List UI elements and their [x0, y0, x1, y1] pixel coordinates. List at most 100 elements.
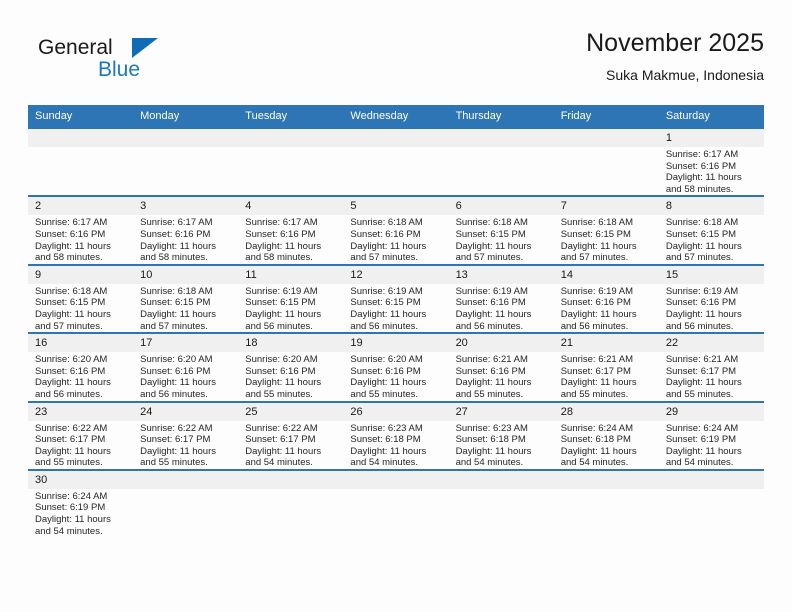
- sunset-text: Sunset: 6:19 PM: [665, 434, 737, 446]
- day-sun-details: Sunrise: 6:24 AM Sunset: 6:19 PM Daylight:…: [659, 421, 764, 469]
- calendar-day-cell[interactable]: 13 Sunrise: 6:19 AM Sunset: 6:16 PM Dayligh…: [448, 263, 554, 334]
- calendar-day-cell[interactable]: 6 Sunrise: 6:18 AM Sunset: 6:15 PM Daylight…: [448, 195, 554, 265]
- calendar-day-cell[interactable]: 16 Sunrise: 6:20 AM Sunset: 6:16 PM Dayligh…: [28, 332, 134, 402]
- daylight-text: Daylight: 11 hours and 57 minutes.: [35, 308, 111, 332]
- calendar-day-cell[interactable]: 23 Sunrise: 6:22 AM Sunset: 6:17 PM Dayligh…: [28, 400, 134, 470]
- sunrise-text: Sunrise: 6:20 AM: [140, 354, 213, 366]
- page-header: General Blue November 2025 Suka Makmue, …: [28, 28, 764, 94]
- sunset-text: Sunset: 6:16 PM: [350, 365, 421, 377]
- sunrise-text: Sunrise: 6:18 AM: [350, 217, 423, 229]
- calendar-day-cell-empty: [238, 468, 344, 538]
- sunset-text: Sunset: 6:16 PM: [560, 297, 631, 309]
- calendar-day-cell[interactable]: 1 Sunrise: 6:17 AM Sunset: 6:16 PM Daylight…: [658, 126, 764, 197]
- day-sun-details: Sunrise: 6:22 AM Sunset: 6:17 PM Daylight:…: [133, 421, 238, 469]
- day-sun-details: Sunrise: 6:18 AM Sunset: 6:15 PM Daylight:…: [659, 215, 764, 263]
- calendar-day-cell[interactable]: 28 Sunrise: 6:24 AM Sunset: 6:18 PM Dayligh…: [553, 400, 659, 470]
- daylight-text: Daylight: 11 hours and 58 minutes.: [665, 172, 742, 195]
- calendar-day-cell[interactable]: 20 Sunrise: 6:21 AM Sunset: 6:16 PM Dayligh…: [448, 332, 554, 402]
- daylight-text: Daylight: 11 hours and 57 minutes.: [560, 240, 637, 264]
- calendar-day-cell[interactable]: 15 Sunrise: 6:19 AM Sunset: 6:16 PM Dayligh…: [658, 263, 764, 334]
- calendar-week-row: 1 Sunrise: 6:17 AM Sunset: 6:16 PM Daylight…: [28, 126, 764, 197]
- sunset-text: Sunset: 6:15 PM: [140, 297, 211, 309]
- sunset-text: Sunset: 6:16 PM: [35, 365, 106, 377]
- daylight-text: Daylight: 11 hours and 55 minutes.: [560, 377, 637, 400]
- sunset-text: Sunset: 6:17 PM: [560, 365, 631, 377]
- calendar-day-cell[interactable]: 4 Sunrise: 6:17 AM Sunset: 6:16 PM Daylight…: [238, 195, 344, 265]
- sunset-text: Sunset: 6:15 PM: [560, 228, 631, 240]
- day-number: 7: [553, 197, 659, 216]
- calendar-day-cell[interactable]: 17 Sunrise: 6:20 AM Sunset: 6:16 PM Dayligh…: [133, 332, 239, 402]
- calendar-day-cell[interactable]: 2 Sunrise: 6:17 AM Sunset: 6:16 PM Daylight…: [28, 195, 134, 265]
- day-sun-details: Sunrise: 6:24 AM Sunset: 6:18 PM Daylight:…: [554, 421, 659, 469]
- calendar-day-cell[interactable]: 26 Sunrise: 6:23 AM Sunset: 6:18 PM Dayligh…: [343, 400, 449, 470]
- day-sun-details: Sunrise: 6:22 AM Sunset: 6:17 PM Daylight:…: [238, 421, 343, 469]
- sunrise-text: Sunrise: 6:20 AM: [35, 354, 108, 366]
- sunset-text: Sunset: 6:17 PM: [140, 434, 211, 446]
- calendar-day-cell-empty: [553, 126, 659, 197]
- calendar-grid: Sunday Monday Tuesday Wednesday Thursday Frid…: [28, 105, 764, 538]
- calendar-day-cell[interactable]: 24 Sunrise: 6:22 AM Sunset: 6:17 PM Dayligh…: [133, 400, 239, 470]
- calendar-day-cell-empty: [343, 468, 449, 538]
- calendar-day-cell[interactable]: 3 Sunrise: 6:17 AM Sunset: 6:16 PM Daylight…: [133, 195, 239, 265]
- calendar-day-cell[interactable]: 8 Sunrise: 6:18 AM Sunset: 6:15 PM Daylight…: [658, 195, 764, 265]
- sunset-text: Sunset: 6:16 PM: [665, 297, 737, 309]
- calendar-day-cell[interactable]: 12 Sunrise: 6:19 AM Sunset: 6:15 PM Dayligh…: [343, 263, 449, 334]
- daylight-text: Daylight: 11 hours and 54 minutes.: [665, 445, 742, 469]
- calendar-day-cell[interactable]: 19 Sunrise: 6:20 AM Sunset: 6:16 PM Dayligh…: [343, 332, 449, 402]
- calendar-day-cell[interactable]: 14 Sunrise: 6:19 AM Sunset: 6:16 PM Dayligh…: [553, 263, 659, 334]
- calendar-day-cell-empty: [133, 126, 239, 197]
- day-sun-details: Sunrise: 6:18 AM Sunset: 6:15 PM Daylight:…: [449, 215, 554, 263]
- general-blue-logo[interactable]: General Blue: [38, 36, 238, 90]
- day-sun-details: Sunrise: 6:19 AM Sunset: 6:16 PM Daylight:…: [449, 284, 554, 332]
- weekday-header-tuesday: Tuesday: [238, 105, 344, 128]
- weekday-header-sunday: Sunday: [28, 105, 134, 128]
- calendar-day-cell[interactable]: 27 Sunrise: 6:23 AM Sunset: 6:18 PM Dayligh…: [448, 400, 554, 470]
- calendar-day-cell[interactable]: 29 Sunrise: 6:24 AM Sunset: 6:19 PM Dayligh…: [658, 400, 764, 470]
- logo-text-blue: Blue: [98, 58, 141, 81]
- day-number: 17: [133, 334, 239, 353]
- day-number: [28, 129, 134, 147]
- sunset-text: Sunset: 6:16 PM: [35, 228, 106, 240]
- page-subtitle: Suka Makmue, Indonesia: [606, 67, 764, 83]
- sunset-text: Sunset: 6:16 PM: [665, 160, 737, 172]
- calendar-day-cell[interactable]: 18 Sunrise: 6:20 AM Sunset: 6:16 PM Dayligh…: [238, 332, 344, 402]
- calendar-day-cell[interactable]: 9 Sunrise: 6:18 AM Sunset: 6:15 PM Daylight…: [28, 263, 134, 334]
- calendar-week-row: 16 Sunrise: 6:20 AM Sunset: 6:16 PM Dayligh…: [28, 332, 764, 402]
- day-number: 4: [238, 197, 344, 216]
- daylight-text: Daylight: 11 hours and 55 minutes.: [350, 377, 427, 400]
- calendar-day-cell-empty: [343, 126, 449, 197]
- day-number: 1: [658, 129, 764, 147]
- day-sun-details: Sunrise: 6:17 AM Sunset: 6:16 PM Daylight:…: [659, 147, 764, 195]
- sunset-text: Sunset: 6:16 PM: [140, 228, 211, 240]
- calendar-day-cell[interactable]: 11 Sunrise: 6:19 AM Sunset: 6:15 PM Dayligh…: [238, 263, 344, 334]
- day-sun-details: Sunrise: 6:18 AM Sunset: 6:16 PM Daylight:…: [343, 215, 448, 263]
- calendar-day-cell[interactable]: 10 Sunrise: 6:18 AM Sunset: 6:15 PM Dayligh…: [133, 263, 239, 334]
- sunrise-text: Sunrise: 6:19 AM: [665, 285, 739, 297]
- calendar-page: General Blue November 2025 Suka Makmue, …: [0, 0, 792, 612]
- sunrise-text: Sunrise: 6:19 AM: [560, 285, 634, 297]
- calendar-day-cell[interactable]: 7 Sunrise: 6:18 AM Sunset: 6:15 PM Daylight…: [553, 195, 659, 265]
- day-number: 19: [343, 334, 449, 353]
- sunrise-text: Sunrise: 6:18 AM: [140, 285, 213, 297]
- calendar-day-cell[interactable]: 21 Sunrise: 6:21 AM Sunset: 6:17 PM Dayligh…: [553, 332, 659, 402]
- sunrise-text: Sunrise: 6:18 AM: [665, 217, 739, 229]
- calendar-day-cell[interactable]: 22 Sunrise: 6:21 AM Sunset: 6:17 PM Dayligh…: [658, 332, 764, 402]
- sunrise-text: Sunrise: 6:18 AM: [35, 285, 108, 297]
- day-number: [343, 470, 449, 489]
- calendar-day-cell[interactable]: 5 Sunrise: 6:18 AM Sunset: 6:16 PM Daylight…: [343, 195, 449, 265]
- sunrise-text: Sunrise: 6:17 AM: [665, 149, 739, 160]
- daylight-text: Daylight: 11 hours and 58 minutes.: [35, 240, 111, 264]
- weekday-header-thursday: Thursday: [448, 105, 554, 128]
- sunset-text: Sunset: 6:15 PM: [455, 228, 526, 240]
- daylight-text: Daylight: 11 hours and 56 minutes.: [140, 377, 217, 400]
- day-sun-details: Sunrise: 6:24 AM Sunset: 6:19 PM Daylight:…: [28, 489, 133, 537]
- day-number: 27: [448, 402, 554, 421]
- weekday-header-monday: Monday: [133, 105, 239, 128]
- day-number: 12: [343, 265, 449, 284]
- sunset-text: Sunset: 6:16 PM: [350, 228, 421, 240]
- sunrise-text: Sunrise: 6:22 AM: [140, 422, 213, 434]
- calendar-day-cell[interactable]: 30 Sunrise: 6:24 AM Sunset: 6:19 PM Dayligh…: [28, 468, 134, 538]
- calendar-day-cell[interactable]: 25 Sunrise: 6:22 AM Sunset: 6:17 PM Dayligh…: [238, 400, 344, 470]
- sunrise-text: Sunrise: 6:22 AM: [245, 422, 318, 434]
- day-sun-details: Sunrise: 6:18 AM Sunset: 6:15 PM Daylight:…: [28, 284, 133, 332]
